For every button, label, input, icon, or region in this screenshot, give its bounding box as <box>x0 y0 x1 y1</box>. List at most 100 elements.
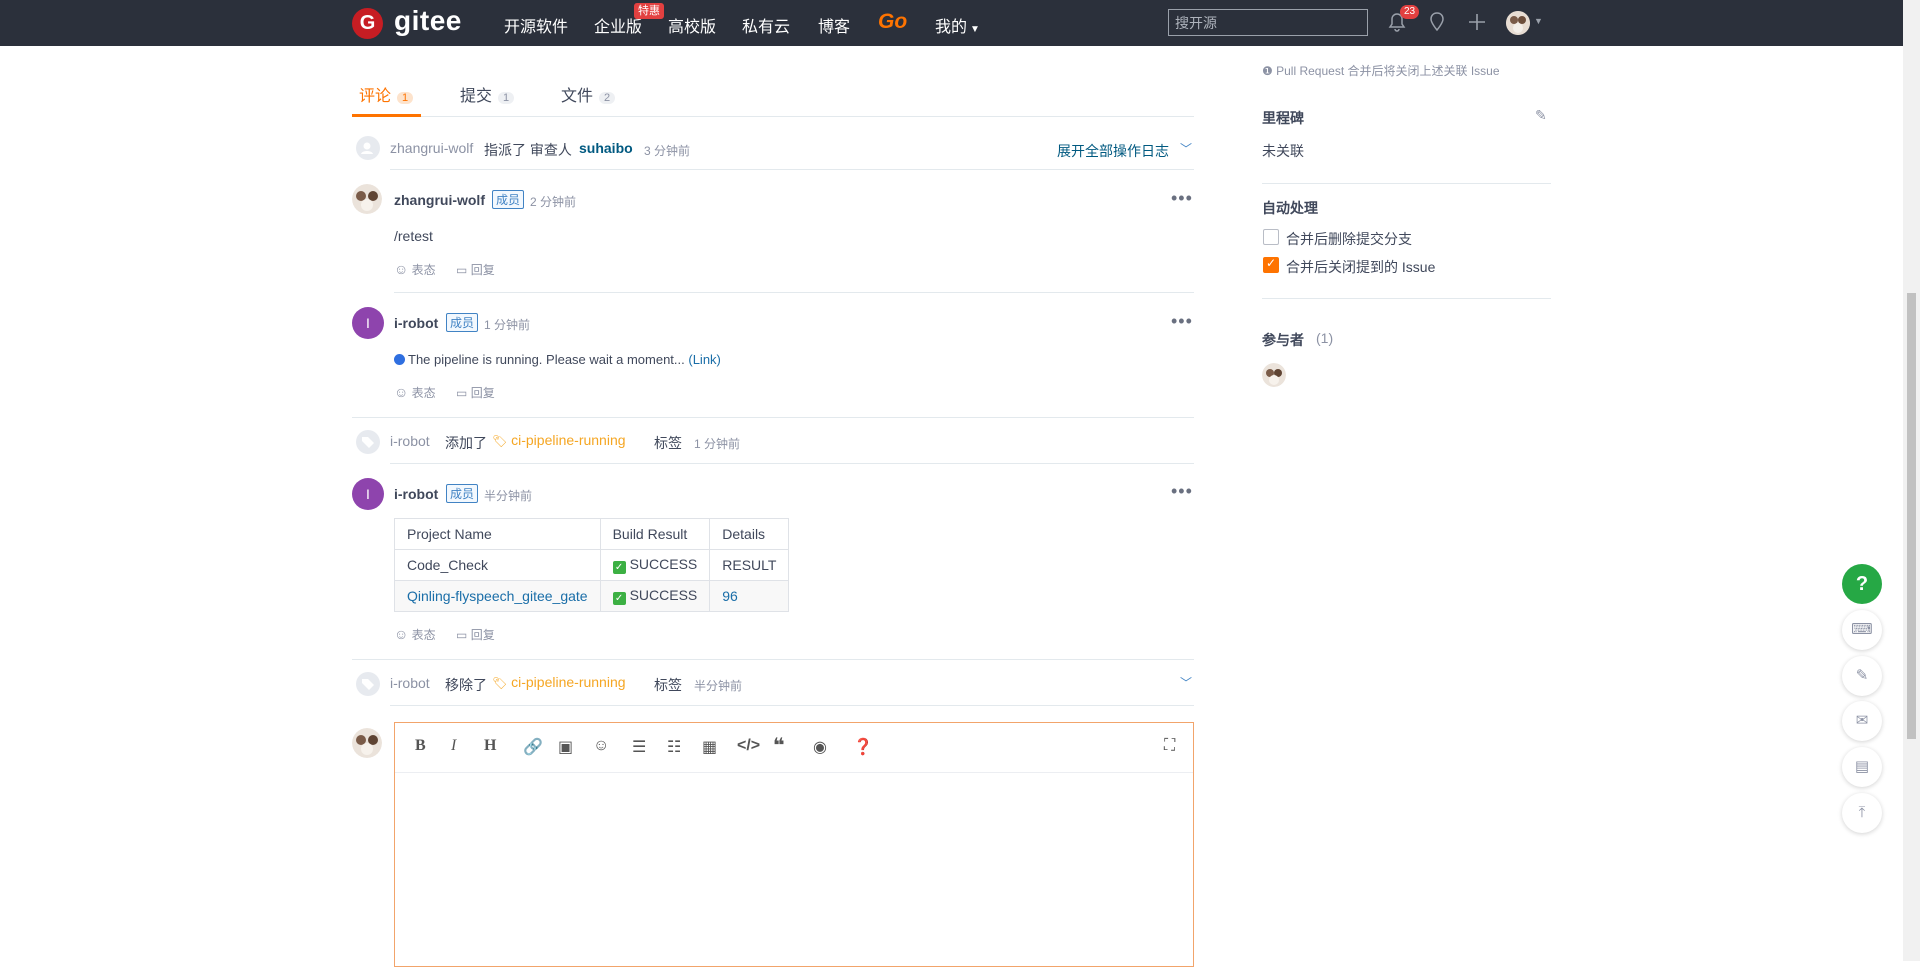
preview-eye-icon[interactable]: ◉ <box>813 737 827 757</box>
divider <box>352 417 1194 418</box>
table-header-cell: Project Name <box>394 518 601 550</box>
avatar-chevron-down-icon[interactable]: ▼ <box>1534 16 1543 26</box>
table-icon[interactable]: ▦ <box>702 737 717 757</box>
italic-icon[interactable]: I <box>451 737 456 755</box>
table-row: Qinling-flyspeech_gitee_gate ✓ SUCCESS 96 <box>394 580 790 612</box>
emoji-icon[interactable]: ☺ <box>593 737 609 755</box>
scrollbar-thumb[interactable] <box>1907 293 1916 739</box>
pr-note-text: Pull Request 合并后将关闭上述关联 Issue <box>1276 64 1500 78</box>
label-event-user[interactable]: i-robot <box>390 433 430 449</box>
plus-icon[interactable] <box>1468 13 1486 31</box>
table-row: Code_Check ✓ SUCCESS RESULT <box>394 549 790 581</box>
comment-avatar[interactable]: I <box>352 478 384 510</box>
label-chip[interactable]: 🏷 ci-pipeline-running <box>492 432 626 448</box>
comment-author[interactable]: i-robot <box>394 315 438 331</box>
mail-float-button[interactable]: ✉ <box>1842 701 1882 741</box>
chevron-down-icon[interactable]: ﹀ <box>1180 674 1192 691</box>
info-icon: ❶ <box>1262 64 1273 78</box>
nav-mine[interactable]: 我的 ▼ <box>935 13 980 37</box>
close-issue-checkbox[interactable] <box>1263 256 1279 273</box>
code-icon: ⌨ <box>1851 621 1873 638</box>
chat-float-button[interactable]: ▤ <box>1842 747 1882 787</box>
user-event-icon <box>356 136 380 160</box>
fullscreen-icon[interactable]: ⛶ <box>1164 737 1175 755</box>
tag-event-icon <box>356 672 380 696</box>
tab-commits[interactable]: 提交 1 <box>460 82 515 106</box>
assign-event-verb: 指派了 审查人 <box>484 142 572 158</box>
milestone-title: 里程碑 <box>1262 110 1304 126</box>
check-icon: ✓ <box>612 561 626 574</box>
project-name-link[interactable]: Qinling-flyspeech_gitee_gate <box>394 580 601 612</box>
label-event-verb: 添加了 <box>445 435 487 451</box>
react-button[interactable]: ☺ 表态 <box>394 384 436 401</box>
user-avatar[interactable] <box>1506 11 1530 35</box>
comment-avatar[interactable] <box>352 184 382 214</box>
help-float-button[interactable]: ? <box>1842 564 1882 604</box>
build-result-cell: ✓ SUCCESS <box>599 580 711 612</box>
nav-university[interactable]: 高校版 <box>668 13 716 37</box>
react-button[interactable]: ☺ 表态 <box>394 626 436 643</box>
expand-log-link[interactable]: 展开全部操作日志 <box>1057 141 1169 161</box>
tab-files-label: 文件 <box>561 88 594 105</box>
tab-files[interactable]: 文件 2 <box>561 82 616 106</box>
label-suffix: 标签 <box>654 677 682 693</box>
tab-comments[interactable]: 评论 1 <box>359 82 414 106</box>
reply-button[interactable]: ▭ 回复 <box>456 626 495 643</box>
react-button[interactable]: ☺ 表态 <box>394 261 436 278</box>
numbered-list-icon[interactable]: ☷ <box>667 737 681 757</box>
more-options-icon[interactable]: ••• <box>1171 311 1193 332</box>
participant-avatar[interactable] <box>1262 363 1286 387</box>
comment-editor[interactable]: B I H 🔗 ▣ ☺ ☰ ☷ ▦ </> ❝ ◉ ❓ ⛶ <box>394 722 1194 967</box>
divider <box>390 169 1194 170</box>
nav-blog[interactable]: 博客 <box>818 13 850 37</box>
heading-icon[interactable]: H <box>484 737 496 755</box>
edit-icon[interactable]: ✎ <box>1535 107 1547 124</box>
notification-count-badge: 23 <box>1400 5 1420 19</box>
gitee-logo-text[interactable]: gitee <box>394 5 462 37</box>
code-icon[interactable]: </> <box>737 737 760 755</box>
reply-label: 回复 <box>470 263 495 277</box>
hot-badge: 特惠 <box>634 3 664 19</box>
code-review-float-button[interactable]: ⌨ <box>1842 610 1882 650</box>
search-input[interactable] <box>1168 9 1368 36</box>
tab-commits-count: 1 <box>498 92 515 104</box>
participants-count: (1) <box>1316 330 1334 346</box>
comment-body: The pipeline is running. Please wait a m… <box>394 352 721 367</box>
pipeline-link[interactable]: (Link) <box>688 352 721 367</box>
back-to-top-button[interactable]: ⤒ <box>1842 793 1882 833</box>
gitee-logo-icon[interactable]: G <box>352 8 383 39</box>
divider <box>394 292 1194 293</box>
divider <box>352 659 1194 660</box>
bold-icon[interactable]: B <box>415 737 426 755</box>
nav-go[interactable]: Go <box>878 10 907 34</box>
edit-float-button[interactable]: ✎ <box>1842 656 1882 696</box>
bullet-list-icon[interactable]: ☰ <box>632 737 646 757</box>
help-icon[interactable]: ❓ <box>853 737 873 757</box>
sidebar-divider <box>1262 183 1551 184</box>
nav-open-source[interactable]: 开源软件 <box>504 13 568 37</box>
details-link[interactable]: 96 <box>709 580 790 612</box>
assign-event-user[interactable]: zhangrui-wolf <box>390 140 473 156</box>
location-pin-icon[interactable] <box>1428 12 1446 32</box>
react-label: 表态 <box>411 263 436 277</box>
sidebar-divider <box>1262 298 1551 299</box>
label-event-user[interactable]: i-robot <box>390 675 430 691</box>
label-chip[interactable]: 🏷 ci-pipeline-running <box>492 674 626 690</box>
more-options-icon[interactable]: ••• <box>1171 481 1193 502</box>
build-result-cell: ✓ SUCCESS <box>599 549 711 581</box>
delete-branch-checkbox[interactable] <box>1263 229 1279 245</box>
reply-button[interactable]: ▭ 回复 <box>456 384 495 401</box>
quote-icon[interactable]: ❝ <box>773 733 785 758</box>
more-options-icon[interactable]: ••• <box>1171 188 1193 209</box>
link-icon[interactable]: 🔗 <box>523 737 543 757</box>
reply-label: 回复 <box>470 386 495 400</box>
comment-avatar[interactable]: I <box>352 307 384 339</box>
reply-button[interactable]: ▭ 回复 <box>456 261 495 278</box>
comment-author[interactable]: i-robot <box>394 486 438 502</box>
nav-private-cloud[interactable]: 私有云 <box>742 13 790 37</box>
mail-icon: ✉ <box>1855 712 1869 729</box>
assign-event-target[interactable]: suhaibo <box>579 140 633 156</box>
image-icon[interactable]: ▣ <box>558 737 573 757</box>
chevron-down-icon[interactable]: ﹀ <box>1180 140 1192 157</box>
comment-author[interactable]: zhangrui-wolf <box>394 192 485 208</box>
